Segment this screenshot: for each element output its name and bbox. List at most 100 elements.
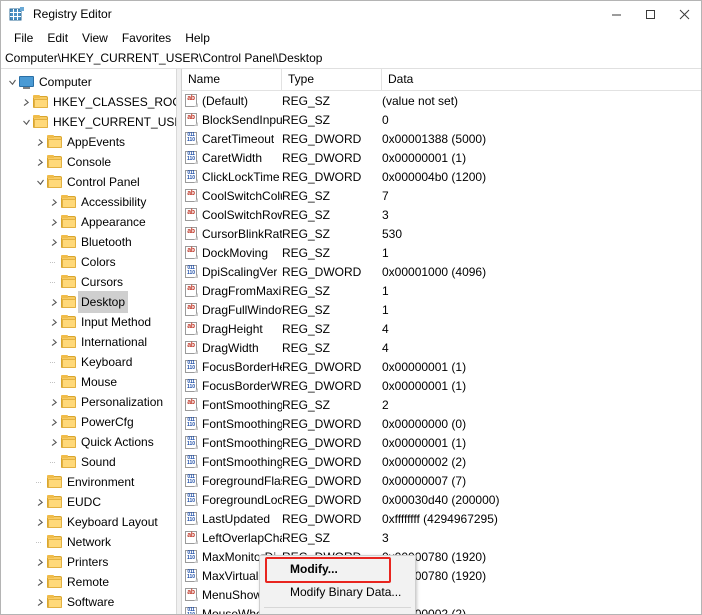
context-menu-item-modify-binary-data[interactable]: Modify Binary Data... xyxy=(260,581,415,604)
tree-item-powercfg[interactable]: PowerCfg xyxy=(1,412,176,432)
tree-item-system[interactable]: System xyxy=(1,612,176,614)
tree-item-desktop[interactable]: Desktop xyxy=(1,292,176,312)
chevron-right-icon[interactable] xyxy=(47,232,61,252)
table-row[interactable]: abDragWidthREG_SZ4 xyxy=(182,338,701,357)
tree-item-console[interactable]: Console xyxy=(1,152,176,172)
menu-help[interactable]: Help xyxy=(178,29,217,47)
tree-item-accessibility[interactable]: Accessibility xyxy=(1,192,176,212)
tree-item-printers[interactable]: Printers xyxy=(1,552,176,572)
minimize-button[interactable] xyxy=(599,1,633,27)
chevron-down-icon[interactable] xyxy=(19,112,33,132)
table-row[interactable]: 011110FontSmoothing...REG_DWORD0x0000000… xyxy=(182,414,701,433)
chevron-right-icon[interactable] xyxy=(33,592,47,612)
tree-item-eudc[interactable]: EUDC xyxy=(1,492,176,512)
table-row[interactable]: 011110FontSmoothing...REG_DWORD0x0000000… xyxy=(182,452,701,471)
table-row[interactable]: abCoolSwitchColu...REG_SZ7 xyxy=(182,186,701,205)
table-row[interactable]: 011110FocusBorderHei...REG_DWORD0x000000… xyxy=(182,357,701,376)
chevron-right-icon[interactable] xyxy=(33,492,47,512)
tree-item-label: Accessibility xyxy=(81,192,146,212)
menu-view[interactable]: View xyxy=(75,29,115,47)
value-name: CursorBlinkRate xyxy=(202,227,282,241)
table-row[interactable]: 011110ClickLockTimeREG_DWORD0x000004b0 (… xyxy=(182,167,701,186)
chevron-down-icon[interactable] xyxy=(33,172,47,192)
tree-item-mouse[interactable]: Mouse xyxy=(1,372,176,392)
tree-item-input-method[interactable]: Input Method xyxy=(1,312,176,332)
table-row[interactable]: 011110DpiScalingVerREG_DWORD0x00001000 (… xyxy=(182,262,701,281)
value-type: REG_SZ xyxy=(282,398,382,412)
menu-edit[interactable]: Edit xyxy=(40,29,75,47)
tree-item-personalization[interactable]: Personalization xyxy=(1,392,176,412)
chevron-right-icon[interactable] xyxy=(47,432,61,452)
menu-favorites[interactable]: Favorites xyxy=(115,29,178,47)
chevron-right-icon[interactable] xyxy=(19,92,33,112)
table-row[interactable]: abDragFullWindowsREG_SZ1 xyxy=(182,300,701,319)
close-button[interactable] xyxy=(667,1,701,27)
value-data: 2 xyxy=(382,398,701,412)
context-menu-item-modify[interactable]: Modify... xyxy=(260,558,415,581)
tree-item-environment[interactable]: Environment xyxy=(1,472,176,492)
chevron-right-icon[interactable] xyxy=(47,332,61,352)
tree-item-keyboard-layout[interactable]: Keyboard Layout xyxy=(1,512,176,532)
tree-item-quick-actions[interactable]: Quick Actions xyxy=(1,432,176,452)
registry-tree: ComputerHKEY_CLASSES_ROOTHKEY_CURRENT_US… xyxy=(1,69,176,614)
table-row[interactable]: abFontSmoothingREG_SZ2 xyxy=(182,395,701,414)
title-bar: Registry Editor xyxy=(1,1,701,27)
table-row[interactable]: 011110LastUpdatedREG_DWORD0xffffffff (42… xyxy=(182,509,701,528)
chevron-right-icon[interactable] xyxy=(33,152,47,172)
tree-item-software[interactable]: Software xyxy=(1,592,176,612)
chevron-right-icon[interactable] xyxy=(33,572,47,592)
tree-item-international[interactable]: International xyxy=(1,332,176,352)
chevron-down-icon[interactable] xyxy=(5,72,19,92)
table-row[interactable]: 011110ForegroundFlas...REG_DWORD0x000000… xyxy=(182,471,701,490)
value-type: REG_SZ xyxy=(282,246,382,260)
table-row[interactable]: abDragFromMaxi...REG_SZ1 xyxy=(182,281,701,300)
chevron-right-icon[interactable] xyxy=(33,512,47,532)
table-row[interactable]: 011110FontSmoothing...REG_DWORD0x0000000… xyxy=(182,433,701,452)
table-row[interactable]: 011110CaretTimeoutREG_DWORD0x00001388 (5… xyxy=(182,129,701,148)
table-row[interactable]: 011110ForegroundLock...REG_DWORD0x00030d… xyxy=(182,490,701,509)
value-data: 0x00000001 (1) xyxy=(382,360,701,374)
maximize-button[interactable] xyxy=(633,1,667,27)
value-name: ForegroundFlas... xyxy=(202,474,282,488)
tree-item-appevents[interactable]: AppEvents xyxy=(1,132,176,152)
table-row[interactable]: abLeftOverlapCharsREG_SZ3 xyxy=(182,528,701,547)
chevron-right-icon[interactable] xyxy=(47,312,61,332)
chevron-right-icon[interactable] xyxy=(33,612,47,614)
table-row[interactable]: 011110CaretWidthREG_DWORD0x00000001 (1) xyxy=(182,148,701,167)
tree-item-sound[interactable]: Sound xyxy=(1,452,176,472)
tree-item-hkey-classes-root[interactable]: HKEY_CLASSES_ROOT xyxy=(1,92,176,112)
table-row[interactable]: abCursorBlinkRateREG_SZ530 xyxy=(182,224,701,243)
chevron-right-icon[interactable] xyxy=(47,392,61,412)
table-row[interactable]: 011110FocusBorderWid...REG_DWORD0x000000… xyxy=(182,376,701,395)
tree-item-keyboard[interactable]: Keyboard xyxy=(1,352,176,372)
tree-item-network[interactable]: Network xyxy=(1,532,176,552)
chevron-right-icon[interactable] xyxy=(47,412,61,432)
column-header-data[interactable]: Data xyxy=(382,69,701,90)
table-row[interactable]: abDockMovingREG_SZ1 xyxy=(182,243,701,262)
column-header-type[interactable]: Type xyxy=(282,69,382,90)
chevron-right-icon[interactable] xyxy=(33,132,47,152)
value-data: 0x00000780 (1920) xyxy=(382,550,701,564)
chevron-right-icon[interactable] xyxy=(33,552,47,572)
chevron-right-icon[interactable] xyxy=(47,292,61,312)
chevron-right-icon[interactable] xyxy=(47,192,61,212)
chevron-right-icon[interactable] xyxy=(47,212,61,232)
address-bar[interactable]: Computer\HKEY_CURRENT_USER\Control Panel… xyxy=(1,49,701,69)
menu-file[interactable]: File xyxy=(7,29,40,47)
context-menu-item-delete[interactable]: Delete xyxy=(260,611,415,615)
tree-item-bluetooth[interactable]: Bluetooth xyxy=(1,232,176,252)
tree-item-appearance[interactable]: Appearance xyxy=(1,212,176,232)
tree-item-hkey-current-user[interactable]: HKEY_CURRENT_USER xyxy=(1,112,176,132)
column-header-name[interactable]: Name xyxy=(182,69,282,90)
value-name: DragWidth xyxy=(202,341,259,355)
table-row[interactable]: ab(Default)REG_SZ(value not set) xyxy=(182,91,701,110)
tree-item-control-panel[interactable]: Control Panel xyxy=(1,172,176,192)
tree-item-computer[interactable]: Computer xyxy=(1,72,176,92)
table-row[interactable]: abDragHeightREG_SZ4 xyxy=(182,319,701,338)
table-row[interactable]: abCoolSwitchRowsREG_SZ3 xyxy=(182,205,701,224)
tree-item-cursors[interactable]: Cursors xyxy=(1,272,176,292)
tree-item-label: Sound xyxy=(81,452,116,472)
tree-item-remote[interactable]: Remote xyxy=(1,572,176,592)
tree-item-colors[interactable]: Colors xyxy=(1,252,176,272)
table-row[interactable]: abBlockSendInput...REG_SZ0 xyxy=(182,110,701,129)
